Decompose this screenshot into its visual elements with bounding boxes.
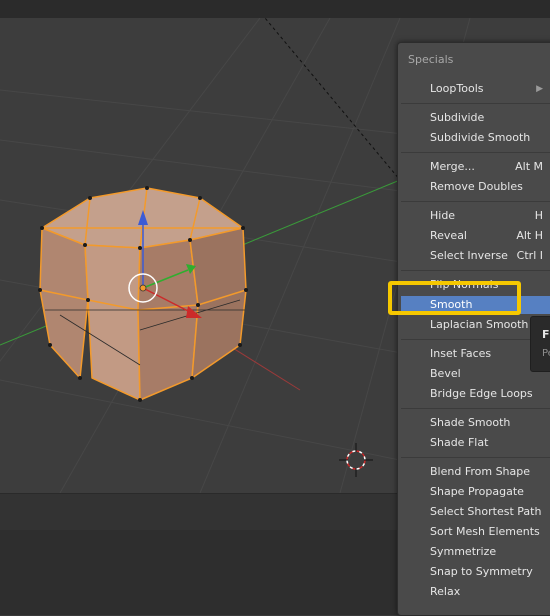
specials-menu: Specials LoopTools ▶ Subdivide Subdivide…	[397, 42, 550, 616]
menu-item-looptools[interactable]: LoopTools ▶	[401, 80, 550, 98]
submenu-arrow-icon: ▶	[536, 84, 543, 94]
menu-item-sort-mesh-elements[interactable]: Sort Mesh Elements	[401, 523, 550, 541]
menu-separator	[401, 152, 550, 153]
menu-item-label: Merge...	[430, 160, 475, 173]
menu-item-select-inverse[interactable]: Select Inverse Ctrl I	[401, 247, 550, 265]
menu-item-shape-propagate[interactable]: Shape Propagate	[401, 483, 550, 501]
menu-item-label: Blend From Shape	[430, 465, 531, 478]
menu-item-label: Shape Propagate	[430, 485, 524, 498]
menu-separator	[401, 201, 550, 202]
menu-item-label: Shade Flat	[430, 436, 489, 449]
menu-item-subdivide[interactable]: Subdivide	[401, 109, 550, 127]
menu-item-label: Inset Faces	[430, 347, 492, 360]
annotation-highlight-box	[388, 281, 521, 315]
shortcut-label: H	[534, 209, 543, 222]
menu-item-label: Laplacian Smooth	[430, 318, 529, 331]
shortcut-label: Alt H	[516, 229, 543, 242]
menu-item-inset-faces[interactable]: Inset Faces	[401, 345, 550, 363]
menu-item-label: Select Inverse	[430, 249, 508, 262]
menu-item-label: Relax	[430, 585, 461, 598]
menu-item-shade-smooth[interactable]: Shade Smooth	[401, 414, 550, 432]
menu-item-laplacian-smooth[interactable]: Laplacian Smooth	[401, 316, 550, 334]
menu-item-relax[interactable]: Relax	[401, 583, 550, 601]
menu-item-symmetrize[interactable]: Symmetrize	[401, 543, 550, 561]
menu-item-label: Select Shortest Path	[430, 505, 542, 518]
menu-item-label: Subdivide	[430, 111, 485, 124]
menu-item-label: Hide	[430, 209, 456, 222]
menu-separator	[401, 408, 550, 409]
menu-item-label: LoopTools	[430, 82, 484, 95]
dashed-line	[264, 18, 401, 181]
shortcut-label: Alt M	[515, 160, 543, 173]
menu-separator	[401, 103, 550, 104]
menu-item-select-shortest-path[interactable]: Select Shortest Path	[401, 503, 550, 521]
tooltip-description: Pe	[542, 348, 550, 359]
menu-item-remove-doubles[interactable]: Remove Doubles	[401, 178, 550, 196]
menu-item-snap-to-symmetry[interactable]: Snap to Symmetry	[401, 563, 550, 581]
menu-item-label: Bridge Edge Loops	[430, 387, 533, 400]
menu-item-bridge-edge-loops[interactable]: Bridge Edge Loops	[401, 385, 550, 403]
menu-item-blend-from-shape[interactable]: Blend From Shape	[401, 463, 550, 481]
menu-separator	[401, 270, 550, 271]
menu-item-label: Sort Mesh Elements	[430, 525, 540, 538]
menu-separator	[401, 457, 550, 458]
viewport-header	[0, 0, 550, 18]
menu-item-label: Shade Smooth	[430, 416, 511, 429]
menu-item-reveal[interactable]: Reveal Alt H	[401, 227, 550, 245]
menu-item-hide[interactable]: Hide H	[401, 207, 550, 225]
tooltip: Fl Pe	[530, 316, 550, 372]
tooltip-title: Fl	[542, 328, 550, 341]
menu-item-merge[interactable]: Merge... Alt M	[401, 158, 550, 176]
menu-item-subdivide-smooth[interactable]: Subdivide Smooth	[401, 129, 550, 147]
menu-item-shade-flat[interactable]: Shade Flat	[401, 434, 550, 452]
menu-title: Specials	[408, 53, 454, 66]
menu-item-bevel[interactable]: Bevel	[401, 365, 550, 383]
menu-item-label: Snap to Symmetry	[430, 565, 533, 578]
menu-item-label: Symmetrize	[430, 545, 497, 558]
menu-item-label: Remove Doubles	[430, 180, 523, 193]
menu-separator	[401, 339, 550, 340]
menu-item-label: Bevel	[430, 367, 461, 380]
shortcut-label: Ctrl I	[516, 249, 543, 262]
menu-item-label: Subdivide Smooth	[430, 131, 531, 144]
menu-item-label: Reveal	[430, 229, 467, 242]
3d-cursor-icon[interactable]	[339, 443, 373, 477]
